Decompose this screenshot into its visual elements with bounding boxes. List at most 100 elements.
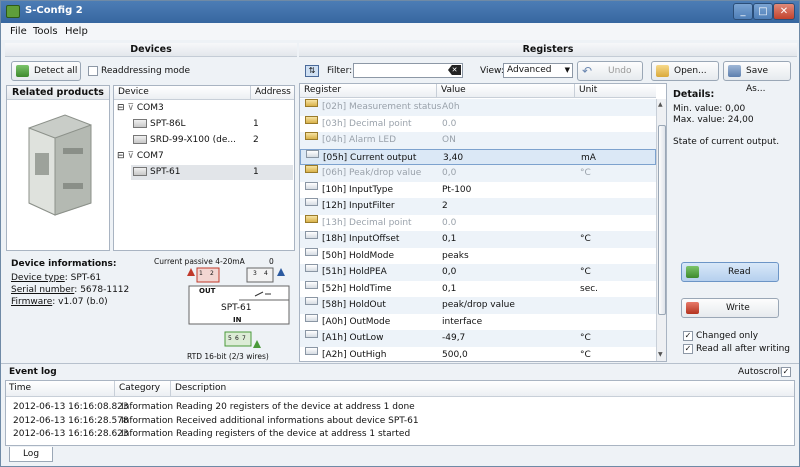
register-row[interactable]: [10h] InputType Pt-100	[300, 181, 656, 199]
log-description: Reading registers of the device at addre…	[176, 429, 411, 439]
window-title: S-Config 2	[25, 5, 83, 16]
tree-port-com3[interactable]: ⊟ ⊽ COM3	[117, 103, 164, 113]
register-value[interactable]: 0.0	[442, 116, 456, 132]
register-row[interactable]: [18h] InputOffset 0,1 °C	[300, 231, 656, 248]
register-name: [05h] Current output	[323, 152, 417, 163]
column-address[interactable]: Address	[250, 86, 291, 99]
details-description: State of current output.	[673, 137, 780, 147]
menu-help[interactable]: Help	[65, 26, 88, 37]
changed-only-checkbox[interactable]: ✓	[683, 331, 693, 341]
column-unit[interactable]: Unit	[574, 84, 597, 97]
register-row[interactable]: [03h] Decimal point 0.0	[300, 115, 656, 133]
register-value[interactable]: 3,40	[443, 150, 463, 166]
save-as-button[interactable]: Save As...	[723, 61, 791, 94]
scroll-down-icon[interactable]: ▼	[658, 351, 663, 358]
register-row[interactable]: [06h] Peak/drop value 0,0 °C	[300, 165, 656, 182]
terminal-4: 4	[264, 270, 268, 277]
log-row[interactable]: 2012-06-13 16:16:28.623 Information Readin…	[9, 429, 789, 441]
port-icon: ⊽	[127, 151, 135, 161]
lock-icon	[305, 99, 318, 107]
details-title: Details:	[673, 89, 715, 100]
maximize-button[interactable]: □	[753, 3, 773, 20]
register-value[interactable]: 0,1	[442, 231, 456, 247]
serial-number-link[interactable]: Serial number	[11, 285, 74, 295]
register-value[interactable]: 0,0	[442, 264, 456, 280]
register-value[interactable]: interface	[442, 314, 482, 330]
register-value[interactable]: 0,1	[442, 281, 456, 297]
minimize-button[interactable]: _	[733, 3, 753, 20]
log-row[interactable]: 2012-06-13 16:16:08.823 Information Readin…	[9, 402, 789, 414]
view-label: View:	[480, 66, 504, 76]
collapse-icon[interactable]: ⊟	[117, 103, 125, 113]
menu-file[interactable]: File	[10, 26, 27, 37]
tree-device-srd99[interactable]: SRD-99-X100 (de... 2	[133, 135, 293, 145]
diagram-out: OUT	[199, 287, 216, 295]
menu-tools[interactable]: Tools	[33, 26, 58, 37]
arrow-green-icon	[253, 340, 261, 348]
register-value[interactable]: ON	[442, 132, 456, 148]
autoscroll-checkbox[interactable]: ✓	[781, 367, 791, 377]
register-row[interactable]: [13h] Decimal point 0.0	[300, 214, 656, 232]
column-description[interactable]: Description	[170, 381, 226, 396]
view-select[interactable]: Advanced ▼	[503, 63, 573, 78]
register-row[interactable]: [A0h] OutMode interface	[300, 313, 656, 331]
close-button[interactable]: ✕	[773, 3, 795, 20]
open-button[interactable]: Open...	[651, 61, 719, 81]
registers-header: Registers	[299, 43, 797, 57]
firmware-link[interactable]: Firmware	[11, 297, 52, 307]
register-unit: °C	[580, 333, 591, 343]
undo-button[interactable]: ↶ Undo	[577, 61, 643, 81]
lock-icon	[305, 132, 318, 140]
register-row[interactable]: [02h] Measurement status A0h	[300, 99, 656, 116]
write-button[interactable]: Write	[681, 298, 779, 318]
register-value[interactable]: peaks	[442, 248, 469, 264]
lock-icon	[305, 165, 318, 173]
readdressing-checkbox[interactable]	[88, 66, 98, 76]
collapse-icon[interactable]: ⊟	[117, 151, 125, 161]
changed-only-label: Changed only	[696, 331, 759, 341]
register-name: [51h] HoldPEA	[322, 267, 387, 277]
register-value[interactable]: 500,0	[442, 347, 468, 363]
device-type-link[interactable]: Device type	[11, 273, 65, 283]
column-device[interactable]: Device	[118, 86, 149, 99]
diagram-device-name: SPT-61	[221, 303, 252, 313]
terminal-3: 3	[253, 270, 257, 277]
tree-port-com7[interactable]: ⊟ ⊽ COM7	[117, 151, 164, 161]
column-category[interactable]: Category	[114, 381, 160, 396]
read-all-checkbox[interactable]: ✓	[683, 344, 693, 354]
register-row[interactable]: [A1h] OutLow -49,7 °C	[300, 330, 656, 347]
register-row[interactable]: [51h] HoldPEA 0,0 °C	[300, 264, 656, 281]
register-name: [50h] HoldMode	[322, 250, 395, 261]
port-icon: ⊽	[127, 103, 135, 113]
log-row[interactable]: 2012-06-13 16:16:28.578 Information Receiv…	[9, 416, 789, 428]
register-value[interactable]: peak/drop value	[442, 297, 515, 313]
register-row[interactable]: [58h] HoldOut peak/drop value	[300, 297, 656, 314]
register-row[interactable]: [50h] HoldMode peaks	[300, 247, 656, 265]
menu-bar: File Tools Help	[1, 23, 799, 40]
tree-device-spt86l[interactable]: SPT-86L 1	[133, 119, 293, 129]
register-value[interactable]: 0.0	[442, 215, 456, 231]
register-row[interactable]: [05h] Current output 3,40 mA	[300, 148, 656, 166]
register-row[interactable]: [12h] InputFilter 2	[300, 198, 656, 215]
register-row[interactable]: [A2h] OutHigh 500,0 °C	[300, 346, 656, 364]
filter-input[interactable]	[353, 63, 463, 78]
register-row[interactable]: [52h] HoldTime 0,1 sec.	[300, 280, 656, 298]
scroll-thumb[interactable]	[658, 125, 666, 315]
log-tab[interactable]: Log	[9, 447, 53, 462]
scroll-up-icon[interactable]: ▲	[658, 101, 663, 108]
register-value[interactable]: -49,7	[442, 330, 465, 346]
column-register[interactable]: Register	[304, 84, 341, 97]
serial-number-row: Serial number: 5678-1112	[11, 285, 129, 295]
register-value[interactable]: A0h	[442, 99, 460, 115]
read-button[interactable]: Read	[681, 262, 779, 282]
register-value[interactable]: Pt-100	[442, 182, 471, 198]
column-value[interactable]: Value	[436, 84, 466, 97]
column-time[interactable]: Time	[9, 381, 31, 396]
register-row[interactable]: [04h] Alarm LED ON	[300, 132, 656, 149]
register-scrollbar[interactable]: ▲ ▼	[656, 99, 666, 361]
register-value[interactable]: 2	[442, 198, 448, 214]
register-value[interactable]: 0,0	[442, 165, 456, 181]
detect-all-button[interactable]: Detect all	[11, 61, 81, 81]
tree-device-spt61[interactable]: SPT-61 1	[131, 165, 293, 180]
register-icon	[305, 313, 318, 322]
